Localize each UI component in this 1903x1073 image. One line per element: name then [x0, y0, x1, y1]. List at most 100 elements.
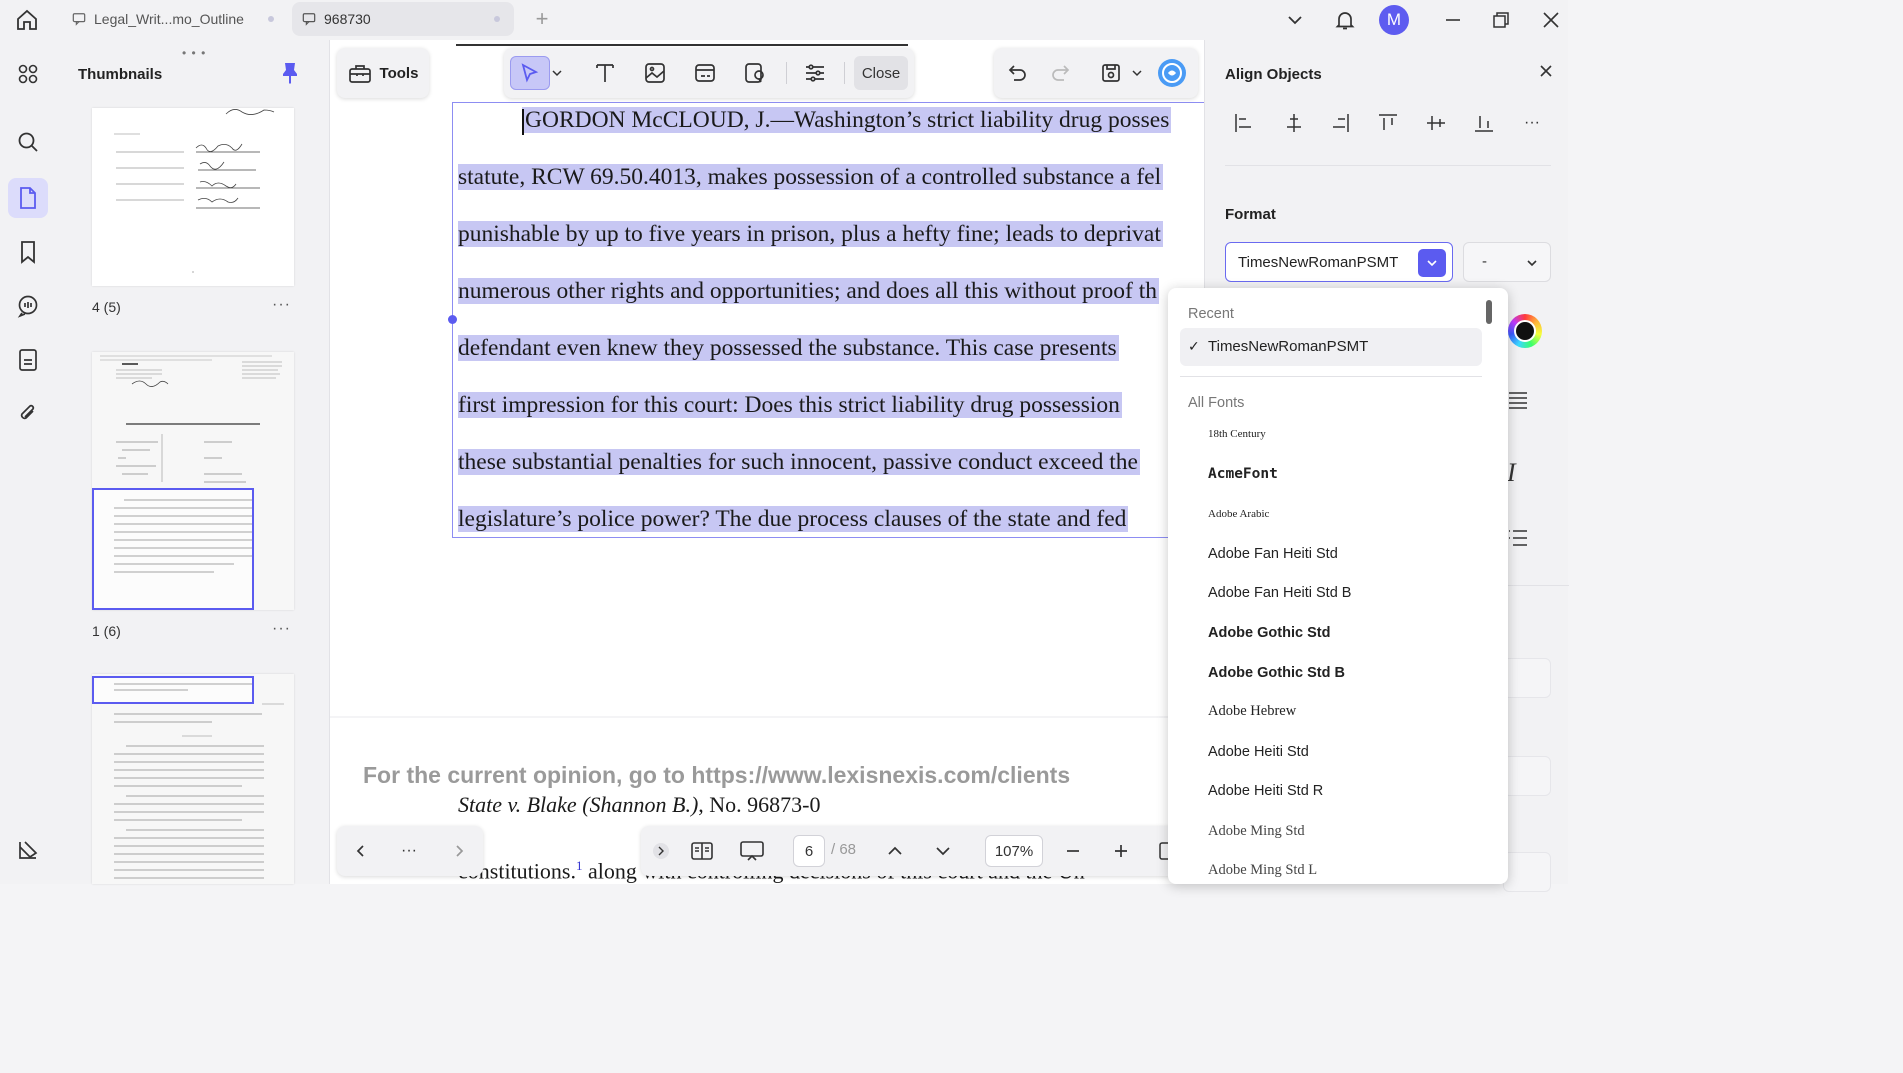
- tab-legal-writing-outline[interactable]: Legal_Writ...mo_Outline: [62, 2, 288, 36]
- font-option-selected[interactable]: ✓ TimesNewRomanPSMT: [1180, 328, 1482, 366]
- chevron-down-icon[interactable]: [1130, 56, 1144, 90]
- watermark-icon[interactable]: [740, 56, 770, 90]
- resize-handle[interactable]: [448, 315, 457, 324]
- comments-icon[interactable]: [8, 286, 48, 326]
- next-page-icon[interactable]: [929, 834, 957, 868]
- input-field[interactable]: [1503, 658, 1551, 698]
- document-text-line[interactable]: GORDON McCLOUD, J.—Washington’s strict l…: [458, 104, 1172, 136]
- text-color-picker[interactable]: [1508, 314, 1542, 348]
- apps-grid-icon[interactable]: [8, 54, 48, 94]
- drag-handle-icon[interactable]: • • •: [182, 46, 206, 60]
- tools-button[interactable]: Tools: [337, 48, 429, 98]
- adjust-settings-icon[interactable]: [800, 56, 830, 90]
- page-thumbnail[interactable]: [92, 352, 294, 610]
- collapse-toolbar-icon[interactable]: [649, 834, 673, 868]
- notification-bell-icon[interactable]: [1330, 4, 1360, 36]
- dropdown-divider: [1180, 376, 1482, 377]
- undo-icon[interactable]: [1002, 56, 1032, 90]
- chevron-down-icon[interactable]: [1418, 249, 1446, 277]
- font-family-dropdown[interactable]: Recent ✓ TimesNewRomanPSMT All Fonts 18t…: [1168, 288, 1508, 884]
- input-field[interactable]: [1503, 852, 1551, 892]
- sidebar-layers-icon[interactable]: [8, 830, 48, 870]
- lexis-notice: For the current opinion, go to https://w…: [363, 762, 1071, 788]
- thumbnails-page-icon[interactable]: [8, 178, 48, 218]
- font-option[interactable]: Adobe Hebrew: [1208, 703, 1296, 720]
- font-size-select[interactable]: -: [1463, 242, 1551, 282]
- save-icon[interactable]: [1096, 56, 1126, 90]
- align-right-icon[interactable]: [1327, 110, 1353, 136]
- home-icon[interactable]: [12, 6, 42, 34]
- search-icon[interactable]: [8, 122, 48, 162]
- previous-page-icon[interactable]: [881, 834, 909, 868]
- align-center-horizontal-icon[interactable]: [1281, 110, 1307, 136]
- font-family-select[interactable]: TimesNewRomanPSMT: [1225, 242, 1453, 282]
- checkmark-icon: ✓: [1188, 338, 1200, 354]
- add-text-icon[interactable]: [590, 56, 620, 90]
- font-option[interactable]: Adobe Ming Std: [1208, 823, 1305, 840]
- align-top-icon[interactable]: [1375, 110, 1401, 136]
- zoom-level-input[interactable]: 107%: [985, 835, 1043, 867]
- more-icon[interactable]: ···: [395, 834, 423, 868]
- font-option[interactable]: 18th Century: [1208, 428, 1266, 440]
- font-option[interactable]: AcmeFont: [1208, 466, 1278, 482]
- add-link-icon[interactable]: [690, 56, 720, 90]
- page-thumbnail[interactable]: [92, 674, 294, 884]
- page-number-input[interactable]: 6: [793, 835, 825, 867]
- document-viewport[interactable]: GORDON McCLOUD, J.—Washington’s strict l…: [330, 40, 1204, 884]
- document-list-icon[interactable]: [8, 340, 48, 380]
- comment-icon: [302, 11, 318, 27]
- minimize-icon[interactable]: [1438, 4, 1468, 36]
- font-option[interactable]: Adobe Heiti Std R: [1208, 783, 1323, 799]
- pin-icon[interactable]: [280, 62, 300, 84]
- text-align-icon[interactable]: [1507, 390, 1529, 415]
- redo-icon[interactable]: [1046, 56, 1076, 90]
- font-option[interactable]: Adobe Ming Std L: [1208, 862, 1317, 879]
- document-text-line[interactable]: statute, RCW 69.50.4013, makes possessio…: [458, 161, 1164, 193]
- more-options-icon[interactable]: ···: [272, 296, 291, 314]
- align-bottom-icon[interactable]: [1471, 110, 1497, 136]
- add-image-icon[interactable]: [640, 56, 670, 90]
- presentation-icon[interactable]: [735, 834, 769, 868]
- align-left-icon[interactable]: [1231, 110, 1257, 136]
- dropdown-scrollbar[interactable]: [1486, 300, 1492, 324]
- chevron-right-icon[interactable]: [445, 834, 473, 868]
- input-field[interactable]: [1503, 756, 1551, 796]
- more-options-icon[interactable]: ···: [272, 620, 291, 638]
- font-option[interactable]: Adobe Fan Heiti Std: [1208, 546, 1338, 562]
- zoom-out-icon[interactable]: [1059, 834, 1087, 868]
- select-tool-button[interactable]: [510, 56, 550, 90]
- document-text-line[interactable]: defendant even knew they possessed the s…: [458, 332, 1119, 364]
- ai-assistant-icon[interactable]: [1156, 56, 1188, 90]
- list-icon[interactable]: [1507, 528, 1529, 553]
- italic-icon[interactable]: I: [1507, 458, 1516, 488]
- font-option[interactable]: Adobe Heiti Std: [1208, 744, 1309, 760]
- document-text-line[interactable]: these substantial penalties for such inn…: [458, 446, 1140, 478]
- close-icon[interactable]: [1535, 60, 1557, 82]
- font-option[interactable]: Adobe Gothic Std: [1208, 625, 1330, 641]
- thumbnail-page-label: 1 (6): [92, 623, 121, 639]
- chevron-down-icon[interactable]: [1280, 4, 1310, 36]
- font-option[interactable]: Adobe Fan Heiti Std B: [1208, 585, 1351, 601]
- document-text-line[interactable]: numerous other rights and opportunities;…: [458, 275, 1160, 307]
- restore-window-icon[interactable]: [1486, 4, 1516, 36]
- font-option[interactable]: Adobe Arabic: [1208, 508, 1269, 520]
- close-edit-button[interactable]: Close: [854, 56, 908, 90]
- tab-968730[interactable]: 968730: [292, 2, 514, 36]
- document-text-line[interactable]: first impression for this court: Does th…: [458, 389, 1122, 421]
- attachment-icon[interactable]: [8, 394, 48, 434]
- zoom-in-icon[interactable]: [1107, 834, 1135, 868]
- text-caret: [522, 108, 524, 135]
- reading-mode-icon[interactable]: [687, 834, 717, 868]
- chevron-left-icon[interactable]: [347, 834, 375, 868]
- close-window-icon[interactable]: [1536, 4, 1566, 36]
- font-option[interactable]: Adobe Gothic Std B: [1208, 665, 1345, 681]
- avatar[interactable]: M: [1378, 4, 1410, 36]
- page-thumbnail[interactable]: [92, 108, 294, 286]
- more-options-icon[interactable]: ···: [1519, 110, 1545, 136]
- align-middle-vertical-icon[interactable]: [1423, 110, 1449, 136]
- bookmark-icon[interactable]: [8, 232, 48, 272]
- new-tab-icon[interactable]: +: [530, 8, 554, 32]
- document-text-line[interactable]: punishable by up to five years in prison…: [458, 218, 1163, 250]
- document-text-line[interactable]: legislature’s police power? The due proc…: [458, 503, 1129, 535]
- chevron-down-icon[interactable]: [550, 56, 564, 90]
